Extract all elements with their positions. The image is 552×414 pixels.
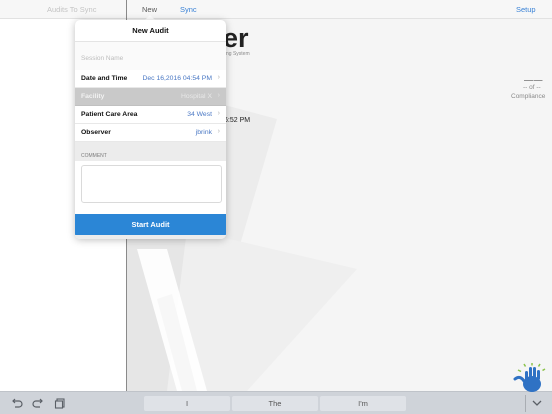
new-tab[interactable]: New — [142, 5, 157, 14]
compliance-label: Compliance — [511, 93, 546, 100]
start-audit-button[interactable]: Start Audit — [75, 214, 226, 235]
redo-icon[interactable] — [31, 396, 45, 410]
chevron-right-icon: › — [217, 92, 220, 99]
audits-to-sync-label: Audits To Sync — [47, 5, 97, 14]
sync-tab[interactable]: Sync — [180, 5, 197, 14]
setup-button[interactable]: Setup — [516, 5, 536, 14]
session-name-row — [75, 42, 226, 70]
chevron-down-icon[interactable] — [530, 396, 544, 410]
popover-title: New Audit — [75, 20, 226, 42]
session-name-input[interactable] — [81, 55, 221, 62]
facility-value: Hospital X — [181, 93, 212, 100]
comment-label: COMMENT — [81, 153, 107, 159]
chevron-right-icon: › — [217, 110, 220, 117]
app-title-fragment: er — [223, 23, 249, 53]
observer-row[interactable]: Observer jbrink › — [75, 124, 226, 142]
suggestion-1[interactable]: I — [144, 396, 230, 411]
keyboard-divider — [525, 395, 526, 412]
date-time-label: Date and Time — [81, 75, 128, 82]
date-time-row[interactable]: Date and Time Dec 16,2016 04:54 PM › — [75, 70, 226, 88]
top-nav-bar: Audits To Sync New Sync Setup — [0, 0, 552, 19]
chevron-right-icon: › — [217, 128, 220, 135]
popover-body: Date and Time Dec 16,2016 04:54 PM › Fac… — [75, 42, 226, 239]
observer-value: jbrink — [195, 129, 212, 136]
keyboard-suggestion-bar: I The I'm — [0, 391, 552, 414]
chevron-right-icon: › — [217, 74, 220, 81]
new-audit-popover: New Audit Date and Time Dec 16,2016 04:5… — [75, 20, 226, 239]
hand-mascot-icon — [513, 363, 546, 392]
comment-textarea[interactable] — [81, 165, 222, 203]
facility-label: Facility — [81, 93, 105, 100]
undo-icon[interactable] — [10, 396, 24, 410]
last-sync-time: 6:52 PM — [224, 117, 251, 124]
date-time-value: Dec 16,2016 04:54 PM — [142, 75, 212, 82]
suggestion-2[interactable]: The — [232, 396, 318, 411]
observer-label: Observer — [81, 129, 111, 136]
patient-care-area-label: Patient Care Area — [81, 111, 138, 118]
paste-icon[interactable] — [53, 396, 67, 410]
comment-section — [75, 161, 226, 214]
app-subtitle-fragment: ng System — [226, 51, 250, 57]
compliance-count: -- of -- — [523, 84, 541, 91]
facility-row: Facility Hospital X › — [75, 88, 226, 106]
patient-care-area-value: 34 West — [187, 111, 212, 118]
suggestion-3[interactable]: I'm — [320, 396, 406, 411]
patient-care-area-row[interactable]: Patient Care Area 34 West › — [75, 106, 226, 124]
